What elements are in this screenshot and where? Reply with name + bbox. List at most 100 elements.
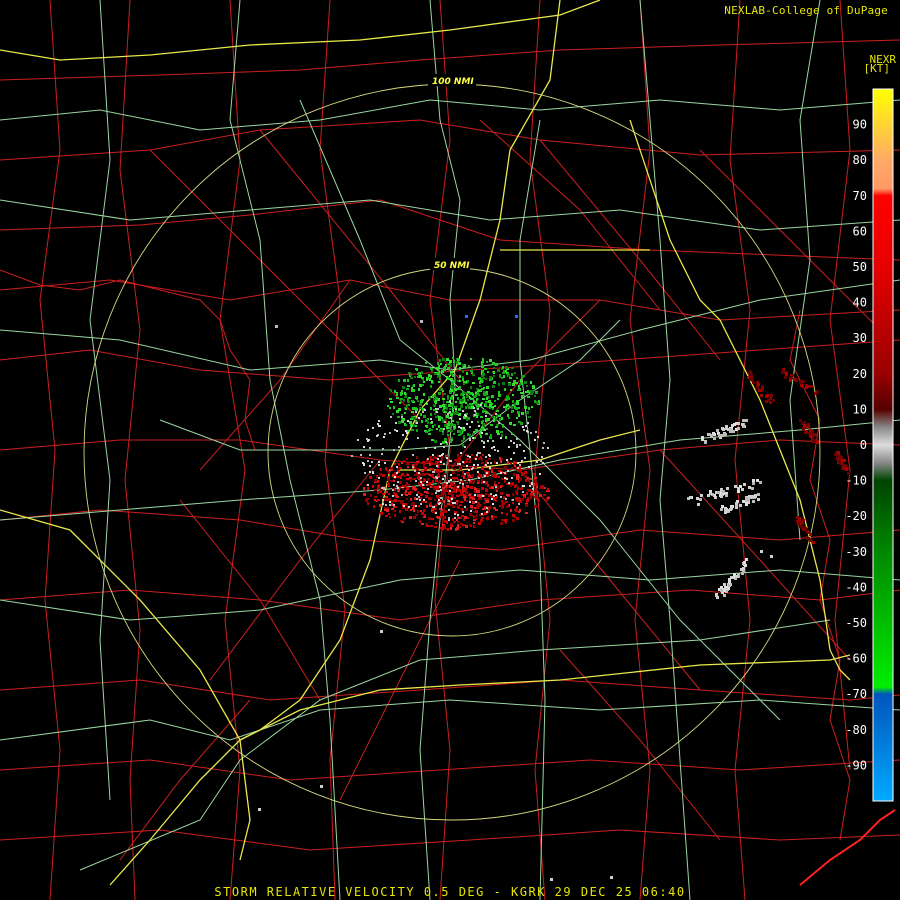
echo-pixel bbox=[437, 362, 439, 365]
echo-pixel bbox=[455, 401, 457, 403]
echo-pixel bbox=[454, 513, 456, 515]
echo-pixel bbox=[430, 502, 432, 505]
echo-pixel bbox=[478, 504, 481, 507]
echo-pixel bbox=[470, 510, 472, 512]
echo-pixel bbox=[424, 479, 426, 481]
echo-pixel bbox=[449, 490, 451, 492]
echo-pixel bbox=[450, 479, 452, 481]
echo-pixel bbox=[320, 785, 323, 788]
echo-pixel bbox=[379, 473, 382, 476]
echo-pixel bbox=[517, 487, 519, 490]
echo-pixel bbox=[445, 411, 447, 413]
echo-pixel bbox=[438, 419, 441, 421]
echo-pixel bbox=[473, 407, 475, 409]
echo-pixel bbox=[493, 419, 495, 422]
echo-pixel bbox=[367, 429, 369, 431]
echo-pixel bbox=[416, 472, 418, 474]
echo-pixel bbox=[462, 391, 464, 394]
echo-pixel bbox=[491, 498, 493, 500]
echo-pixel bbox=[722, 490, 725, 493]
echo-pixel bbox=[502, 366, 504, 369]
echo-pixel bbox=[453, 360, 455, 363]
echo-pixel bbox=[433, 404, 436, 407]
echo-pixel bbox=[495, 426, 498, 428]
echo-pixel bbox=[431, 429, 433, 431]
echo-pixel bbox=[527, 497, 529, 499]
echo-pixel bbox=[434, 424, 436, 426]
echo-pixel bbox=[480, 404, 482, 406]
echo-pixel bbox=[760, 394, 763, 397]
echo-pixel bbox=[807, 531, 810, 534]
echo-pixel bbox=[393, 480, 395, 482]
echo-pixel bbox=[451, 395, 453, 398]
echo-pixel bbox=[494, 405, 496, 407]
echo-pixel bbox=[367, 502, 369, 505]
echo-pixel bbox=[411, 400, 414, 402]
echo-pixel bbox=[511, 406, 513, 409]
echo-pixel bbox=[460, 427, 462, 429]
echo-pixel bbox=[467, 485, 469, 488]
echo-pixel bbox=[464, 506, 466, 508]
echo-pixel bbox=[496, 490, 498, 492]
echo-pixel bbox=[449, 460, 451, 462]
echo-pixel bbox=[722, 428, 725, 431]
echo-pixel bbox=[473, 516, 475, 518]
echo-pixel bbox=[396, 476, 399, 478]
echo-pixel bbox=[466, 472, 469, 474]
echo-pixel bbox=[374, 479, 377, 482]
echo-pixel bbox=[523, 496, 525, 498]
echo-pixel bbox=[475, 429, 478, 432]
echo-pixel bbox=[503, 406, 505, 408]
echo-pixel bbox=[476, 398, 478, 401]
echo-pixel bbox=[387, 405, 389, 407]
echo-pixel bbox=[475, 458, 477, 460]
echo-pixel bbox=[485, 378, 487, 380]
echo-pixel bbox=[465, 459, 467, 461]
echo-pixel bbox=[483, 424, 485, 427]
echo-pixel bbox=[436, 495, 439, 498]
echo-pixel bbox=[384, 507, 387, 509]
echo-pixel bbox=[485, 460, 488, 462]
echo-pixel bbox=[394, 510, 396, 512]
echo-pixel bbox=[442, 484, 445, 487]
echo-pixel bbox=[796, 378, 799, 381]
echo-pixel bbox=[416, 456, 418, 459]
legend-tick-label: -90 bbox=[845, 758, 867, 772]
echo-pixel bbox=[806, 385, 809, 388]
echo-pixel bbox=[469, 456, 471, 458]
echo-pixel bbox=[378, 464, 380, 466]
echo-pixel bbox=[493, 371, 495, 374]
echo-pixel bbox=[446, 521, 448, 524]
echo-pixel bbox=[433, 398, 435, 401]
echo-pixel bbox=[513, 473, 515, 476]
echo-pixel bbox=[464, 429, 466, 431]
echo-pixel bbox=[485, 420, 487, 422]
legend-tick-label: 0 bbox=[860, 438, 867, 452]
echo-pixel bbox=[398, 408, 401, 411]
echo-pixel bbox=[455, 477, 458, 479]
echo-pixel bbox=[478, 473, 480, 476]
echo-pixel bbox=[412, 454, 414, 456]
echo-pixel bbox=[396, 485, 398, 487]
echo-pixel bbox=[415, 480, 417, 482]
echo-pixel bbox=[445, 404, 447, 407]
echo-pixel bbox=[516, 492, 518, 495]
echo-pixel bbox=[414, 470, 416, 472]
echo-pixel bbox=[369, 447, 371, 449]
echo-pixel bbox=[447, 503, 450, 505]
echo-pixel bbox=[506, 396, 509, 399]
echo-pixel bbox=[516, 477, 519, 480]
echo-pixel bbox=[412, 407, 415, 410]
echo-pixel bbox=[531, 406, 533, 408]
echo-pixel bbox=[416, 429, 418, 432]
echo-pixel bbox=[507, 374, 510, 377]
echo-pixel bbox=[527, 396, 530, 398]
echo-pixel bbox=[809, 435, 812, 438]
echo-pixel bbox=[434, 413, 436, 415]
echo-pixel bbox=[480, 416, 483, 418]
echo-pixel bbox=[501, 417, 503, 420]
echo-pixel bbox=[759, 481, 762, 484]
echo-pixel bbox=[743, 561, 746, 564]
echo-pixel bbox=[442, 358, 445, 361]
echo-pixel bbox=[501, 458, 503, 460]
